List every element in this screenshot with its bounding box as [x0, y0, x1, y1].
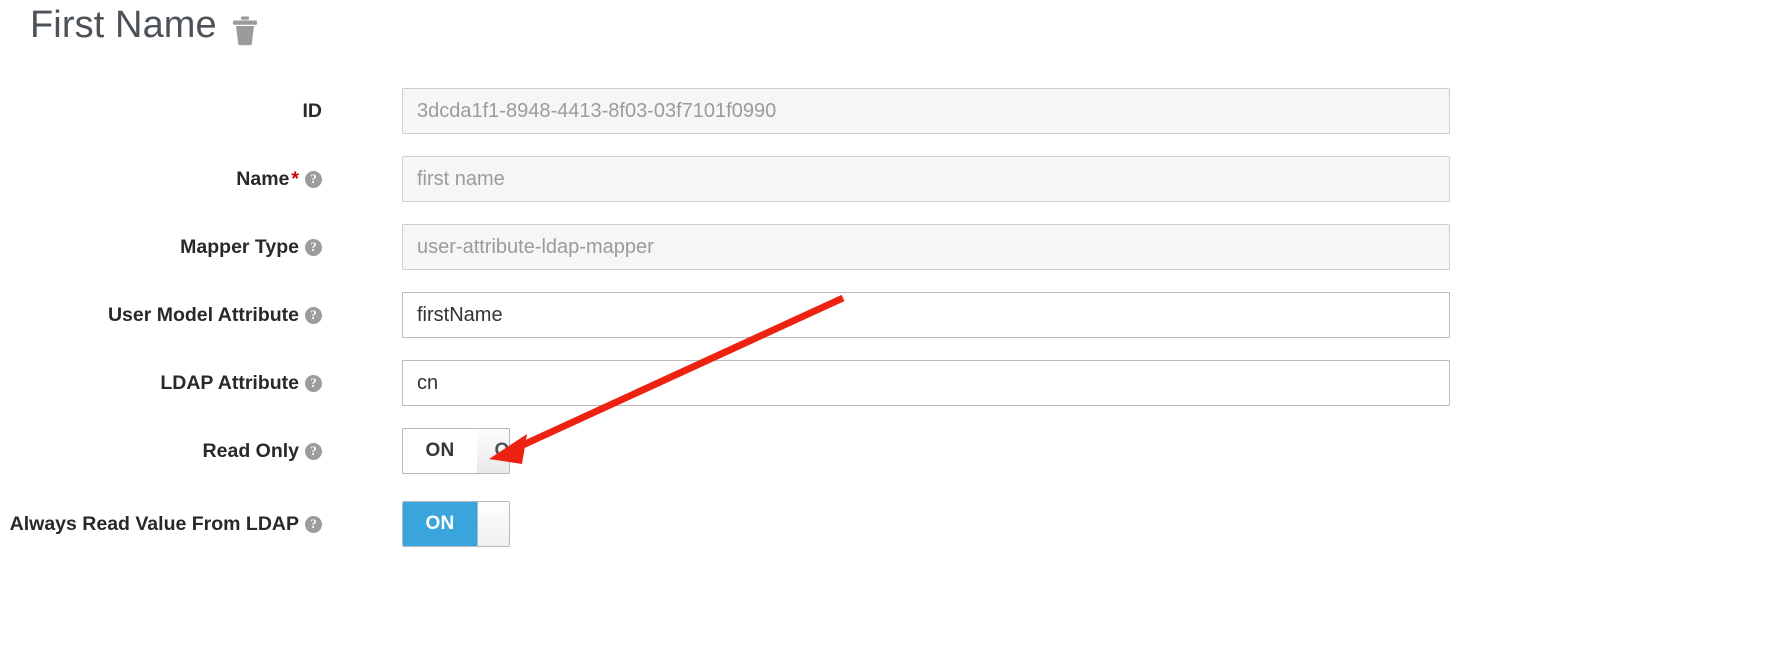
- control-wrap-ldap-attribute: [402, 360, 1450, 406]
- control-wrap-name: [402, 156, 1450, 202]
- control-wrap-mapper-type: [402, 224, 1450, 270]
- label-id: ID: [0, 88, 338, 125]
- read-only-toggle-on-label: ON: [425, 440, 455, 461]
- user-model-attribute-input[interactable]: [402, 292, 1450, 338]
- control-wrap-read-only: ON OFF: [402, 428, 1450, 479]
- form-row-read-only: Read Only? ON OFF: [0, 428, 1790, 479]
- label-always-read-value-from-ldap: Always Read Value From LDAP?: [0, 501, 338, 538]
- read-only-toggle[interactable]: ON OFF: [402, 428, 510, 474]
- mapper-form: ID Name*? Mapper Type?: [0, 88, 1790, 574]
- label-mapper-type: Mapper Type?: [0, 224, 338, 261]
- label-mapper-type-text: Mapper Type: [180, 236, 299, 258]
- label-user-model-attribute-text: User Model Attribute: [107, 304, 299, 326]
- delete-mapper-trash-icon[interactable]: [231, 13, 259, 46]
- label-user-model-attribute: User Model Attribute?: [0, 292, 338, 329]
- read-only-toggle-off-label: OFF: [477, 429, 509, 473]
- label-ldap-attribute: LDAP Attribute?: [0, 360, 338, 397]
- label-always-read-value-from-ldap-text: Always Read Value From LDAP: [9, 513, 299, 535]
- required-asterisk: *: [291, 168, 299, 190]
- id-input[interactable]: [402, 88, 1450, 134]
- form-row-name: Name *?: [0, 156, 1790, 202]
- help-icon-ldap-attribute[interactable]: ?: [305, 375, 322, 392]
- label-name: Name *?: [0, 156, 338, 193]
- ldap-attribute-input[interactable]: [402, 360, 1450, 406]
- mapper-type-input[interactable]: [402, 224, 1450, 270]
- always-read-value-from-ldap-toggle[interactable]: ON OFF: [402, 501, 510, 547]
- form-row-id: ID: [0, 88, 1790, 134]
- control-wrap-user-model-attribute: [402, 292, 1450, 338]
- help-icon-read-only[interactable]: ?: [305, 443, 322, 460]
- label-name-text: Name: [236, 168, 290, 190]
- label-id-text: ID: [302, 100, 323, 122]
- ldap-mapper-detail-page: First Name ID Name*?: [0, 0, 1790, 658]
- help-icon-name[interactable]: ?: [305, 171, 322, 188]
- help-icon-mapper-type[interactable]: ?: [305, 239, 322, 256]
- label-read-only-text: Read Only: [202, 440, 299, 462]
- form-row-always-read-value-from-ldap: Always Read Value From LDAP? ON OFF: [0, 501, 1790, 552]
- form-row-ldap-attribute: LDAP Attribute?: [0, 360, 1790, 406]
- page-title-text: First Name: [30, 4, 217, 46]
- always-read-toggle-on-label: ON: [403, 502, 477, 546]
- label-read-only: Read Only?: [0, 428, 338, 465]
- form-row-user-model-attribute: User Model Attribute?: [0, 292, 1790, 338]
- help-icon-user-model-attribute[interactable]: ?: [305, 307, 322, 324]
- name-input[interactable]: [402, 156, 1450, 202]
- help-icon-always-read-value-from-ldap[interactable]: ?: [305, 516, 322, 533]
- control-wrap-always-read-value-from-ldap: ON OFF: [402, 501, 1450, 552]
- form-row-mapper-type: Mapper Type?: [0, 224, 1790, 270]
- label-ldap-attribute-text: LDAP Attribute: [160, 372, 299, 394]
- always-read-toggle-knob[interactable]: [477, 502, 509, 546]
- page-title: First Name: [30, 4, 259, 46]
- control-wrap-id: [402, 88, 1450, 134]
